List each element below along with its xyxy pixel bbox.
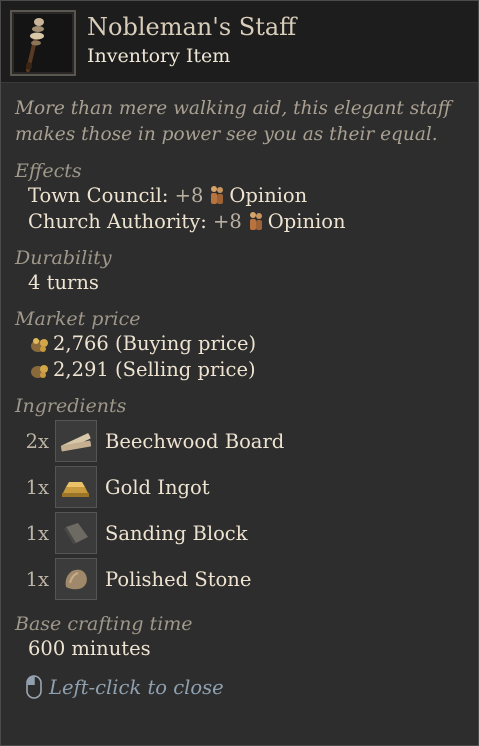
effect-unit: Opinion: [267, 210, 346, 233]
coin-pouch-icon: [31, 338, 48, 352]
gold-ingot-icon: [55, 466, 97, 508]
mouse-icon: [26, 675, 42, 699]
ingredients-label: Ingredients: [15, 395, 127, 417]
tooltip-header: Nobleman's Staff Inventory Item: [1, 1, 478, 83]
durability-label: Durability: [15, 247, 112, 269]
polished-stone-icon: [55, 558, 97, 600]
tooltip-body: More than mere walking aid, this elegant…: [1, 83, 478, 700]
beechwood-board-icon: [55, 420, 97, 462]
ingredient-name: Beechwood Board: [105, 429, 285, 453]
ingredient-row: 2x Beechwood Board: [15, 418, 464, 464]
item-icon-frame: [10, 10, 76, 76]
ingredient-qty: 1x: [25, 521, 49, 545]
opinion-icon: [249, 212, 262, 230]
effect-separator: :: [200, 210, 207, 233]
coin-pouch-icon: [31, 365, 48, 378]
item-description: More than mere walking aid, this elegant…: [15, 98, 451, 145]
ingredient-row: 1x Polished Stone: [15, 556, 464, 602]
effect-value: +8: [213, 210, 242, 233]
effect-target: Town Council: [28, 184, 162, 207]
ingredient-qty: 1x: [25, 475, 49, 499]
crafting-time-label: Base crafting time: [15, 613, 193, 635]
durability-value: 4 turns: [28, 271, 99, 294]
ingredient-qty: 2x: [25, 429, 49, 453]
item-title: Nobleman's Staff: [87, 13, 297, 41]
buying-price-row: 2,766 (Buying price): [15, 331, 464, 357]
item-subtitle: Inventory Item: [87, 45, 231, 67]
close-hint-text: Left-click to close: [49, 675, 224, 699]
item-tooltip: Nobleman's Staff Inventory Item More tha…: [0, 0, 479, 746]
effect-row: Church Authority: +8 Opinion: [15, 209, 464, 235]
effect-unit: Opinion: [229, 184, 308, 207]
sanding-block-icon: [55, 512, 97, 554]
ingredient-name: Polished Stone: [105, 567, 252, 591]
ingredient-row: 1x Gold Ingot: [15, 464, 464, 510]
market-price-label: Market price: [15, 308, 141, 330]
effects-label: Effects: [15, 160, 82, 182]
effect-row: Town Council: +8 Opinion: [15, 183, 464, 209]
ingredient-row: 1x Sanding Block: [15, 510, 464, 556]
crafting-time-value: 600 minutes: [28, 637, 151, 660]
staff-icon: [26, 18, 44, 72]
selling-price: 2,291 (Selling price): [53, 358, 256, 381]
buying-price: 2,766 (Buying price): [53, 332, 257, 355]
ingredient-name: Sanding Block: [105, 521, 248, 545]
ingredient-qty: 1x: [25, 567, 49, 591]
opinion-icon: [211, 186, 224, 204]
effect-separator: :: [161, 184, 169, 207]
effect-target: Church Authority: [28, 210, 201, 233]
ingredient-name: Gold Ingot: [105, 475, 210, 499]
close-hint[interactable]: Left-click to close: [15, 674, 464, 700]
selling-price-row: 2,291 (Selling price): [15, 357, 464, 383]
effect-value: +8: [174, 184, 204, 207]
